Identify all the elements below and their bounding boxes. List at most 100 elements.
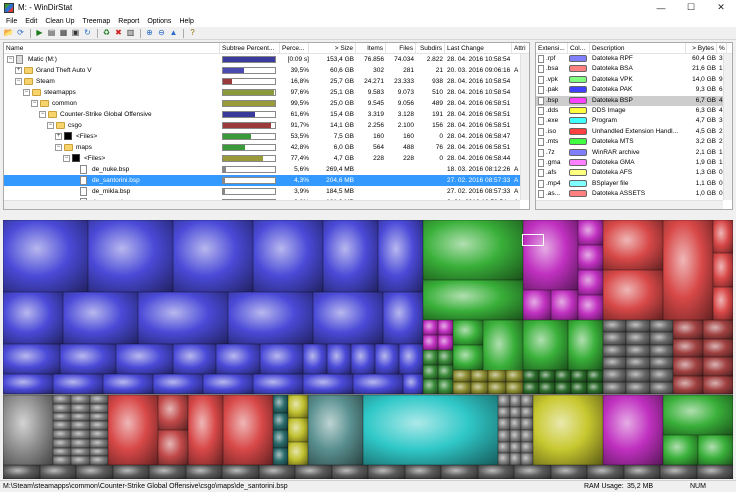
treemap-misc-block[interactable] [222, 465, 259, 479]
treemap-bsa-block[interactable] [673, 338, 703, 357]
treemap-gma-block[interactable] [603, 395, 663, 465]
tree-row[interactable]: de_nuke.bsp 5,6% 269,4 MB 18. 03. 2016 08:1… [4, 164, 529, 175]
treemap-bsp-block[interactable] [578, 270, 603, 295]
treemap-misc-block[interactable] [649, 381, 673, 394]
treemap-iso-block[interactable] [223, 395, 273, 465]
treemap-gta-block[interactable] [375, 344, 399, 374]
directory-tree-list[interactable]: Name Subtree Percent... Perce... > Size Item… [3, 42, 530, 210]
treemap-bsp-block[interactable] [550, 290, 578, 320]
treemap-misc-block[interactable] [53, 430, 72, 439]
extension-row[interactable]: .mts Datoteka MTS 3,2 GB 2 [536, 137, 732, 147]
treemap-gta-block[interactable] [303, 374, 353, 394]
treemap-bsa-block[interactable] [603, 270, 663, 320]
treemap-misc-block[interactable] [53, 395, 72, 404]
treemap-vpk-block[interactable] [539, 382, 555, 394]
tree-row[interactable]: de_mikla.bsp 3,9% 184,5 MB 27. 02. 2016 08:… [4, 186, 529, 197]
treemap-misc-block[interactable] [603, 357, 627, 370]
delete-button[interactable]: ✖ [113, 28, 124, 38]
treemap-gta-block[interactable] [53, 374, 103, 394]
treemap-misc-block[interactable] [626, 332, 650, 345]
treemap-vpk-block[interactable] [555, 382, 571, 394]
treemap-misc-block[interactable] [149, 465, 186, 479]
treemap-misc-block[interactable] [53, 447, 72, 457]
extension-row[interactable]: .gma Datoteka GMA 1,9 GB 1 [536, 158, 732, 168]
treemap-vpk-block[interactable] [555, 370, 571, 382]
treemap-gta-block[interactable] [303, 344, 327, 374]
ext-column-header-1[interactable]: Col... [568, 43, 590, 54]
expand-toggle[interactable]: + [15, 67, 22, 74]
treemap-misc-block[interactable] [603, 332, 627, 345]
treemap-misc-block[interactable] [649, 320, 673, 333]
column-header-attri[interactable]: Attri [512, 43, 529, 54]
zoom-out-button[interactable]: ⊖ [156, 28, 167, 38]
treemap-misc-block[interactable] [71, 421, 90, 430]
treemap-misc-block[interactable] [71, 456, 90, 465]
tree-row[interactable]: + Grand Theft Auto V 39,5% 60,6 GB 302 281 21 2… [4, 65, 529, 76]
treemap-bsa-block[interactable] [108, 395, 158, 465]
treemap-misc-block[interactable] [53, 438, 72, 448]
treemap-gta-block[interactable] [3, 292, 63, 344]
zoom-in-button[interactable]: ⊕ [144, 28, 155, 38]
treemap-dds-block[interactable] [453, 382, 471, 394]
treemap-misc-block[interactable] [53, 421, 72, 430]
treemap-vpk-block[interactable] [571, 382, 587, 394]
treemap-vpk-block[interactable] [571, 370, 587, 382]
treemap-misc-block[interactable] [71, 430, 90, 439]
treemap-gta-block[interactable] [323, 220, 378, 292]
column-header-files[interactable]: Files [386, 43, 416, 54]
treemap-bsa-block[interactable] [663, 220, 713, 320]
treemap-bsp-block[interactable] [578, 245, 603, 270]
treemap-gta-block[interactable] [353, 374, 403, 394]
treemap-misc-block[interactable] [509, 406, 522, 419]
treemap-exe-block[interactable] [363, 395, 498, 465]
expand-toggle[interactable]: − [63, 155, 70, 162]
treemap-bsp-block[interactable] [523, 220, 578, 290]
treemap-misc-block[interactable] [71, 438, 90, 448]
treemap-misc-block[interactable] [509, 441, 522, 454]
minimize-button[interactable]: — [646, 0, 676, 15]
extension-row[interactable]: .iso Unhandled Extension Handl... 4,5 GB 2 [536, 127, 732, 137]
treemap-misc-block[interactable] [76, 465, 113, 479]
treemap-bsa-block[interactable] [158, 430, 188, 465]
treemap-gta-block[interactable] [88, 220, 173, 292]
treemap-misc-block[interactable] [53, 412, 72, 422]
menu-edit[interactable]: Edit [21, 18, 41, 25]
treemap-view[interactable] [3, 220, 733, 479]
treemap-gta-block[interactable] [153, 374, 203, 394]
treemap-gta-block[interactable] [3, 220, 88, 292]
extension-row[interactable]: .mp4 BSplayer file 1,1 GB 0 [536, 179, 732, 189]
treemap-misc-block[interactable] [509, 453, 522, 465]
expand-toggle[interactable]: − [15, 78, 22, 85]
treemap-misc-block[interactable] [71, 447, 90, 457]
treemap-misc-block[interactable] [587, 465, 624, 479]
treemap-mts-block[interactable] [663, 435, 698, 465]
treemap-misc-block[interactable] [71, 412, 90, 422]
tree-row[interactable]: − csgo 91,7% 14,1 GB 2.256 2.100 156 28. 04. 20… [4, 120, 529, 131]
extension-row[interactable]: .pak Datoteka PAK 9,3 GB 6 [536, 85, 732, 95]
column-header-perce[interactable]: Perce... [280, 43, 309, 54]
ext-column-header-3[interactable]: > Bytes [686, 43, 717, 54]
treemap-misc-block[interactable] [550, 465, 587, 479]
treemap-gta-block[interactable] [327, 344, 351, 374]
treemap-bsa-block[interactable] [713, 220, 733, 254]
help-button[interactable]: ? [187, 28, 198, 38]
treemap-misc-block[interactable] [626, 369, 650, 382]
treemap-misc-block[interactable] [89, 430, 108, 439]
treemap-bsa-block[interactable] [703, 375, 733, 394]
treemap-misc-block[interactable] [89, 438, 108, 448]
treemap-misc-block[interactable] [696, 465, 733, 479]
explorer-button[interactable]: ▦ [58, 28, 69, 38]
treemap-bsa-block[interactable] [673, 320, 703, 339]
expand-toggle[interactable]: − [47, 122, 54, 129]
treemap-gta-block[interactable] [173, 220, 253, 292]
treemap-misc-block[interactable] [623, 465, 660, 479]
treemap-misc-block[interactable] [521, 430, 533, 442]
treemap-misc-block[interactable] [112, 465, 149, 479]
treemap-vpk-block[interactable] [568, 320, 603, 370]
treemap-vpk-block[interactable] [523, 320, 568, 370]
treemap-dds-block[interactable] [453, 370, 471, 382]
treemap-misc-block[interactable] [498, 453, 510, 465]
expand-toggle[interactable]: − [55, 144, 62, 151]
treemap-dds-block[interactable] [533, 395, 603, 465]
extension-row[interactable]: .exe Program 4,7 GB 3 [536, 116, 732, 126]
